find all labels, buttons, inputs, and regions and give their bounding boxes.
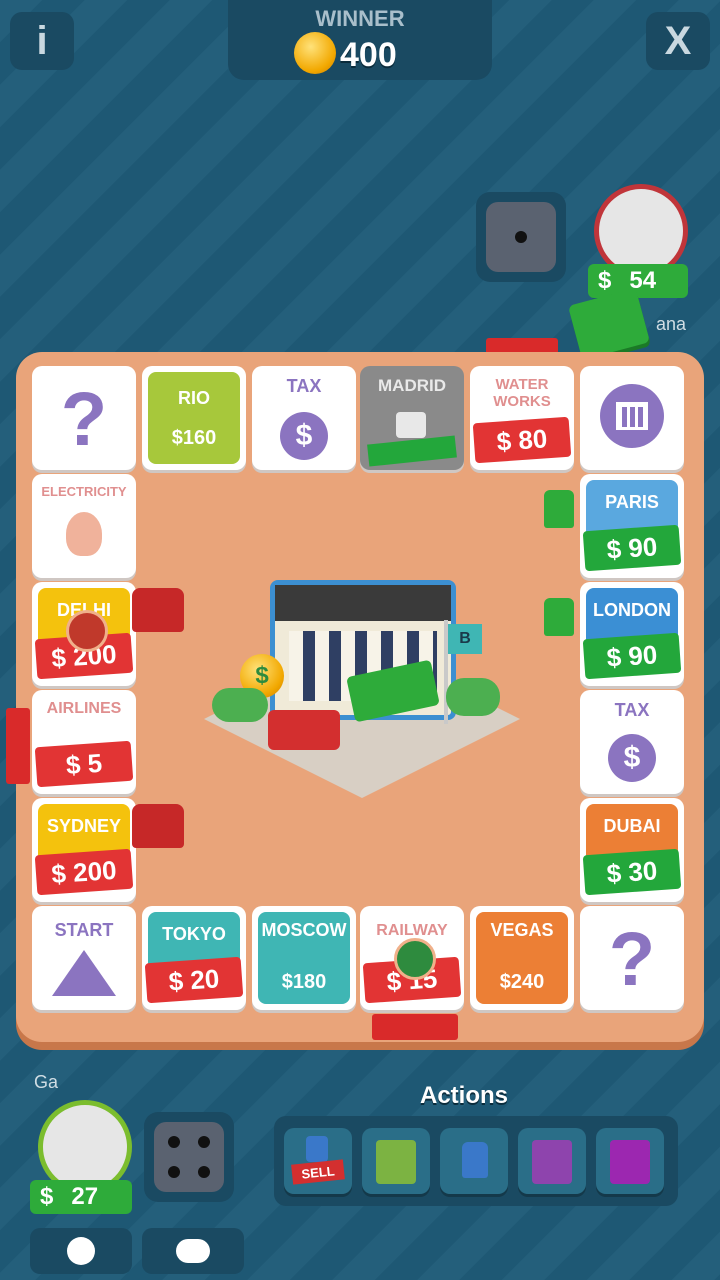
chat-bubble-icon [176, 1239, 210, 1263]
unmortgage-button[interactable] [518, 1128, 586, 1194]
winner-label: WINNER [315, 6, 405, 31]
bush-icon [212, 688, 268, 722]
tile-rio[interactable]: RIO $160 [142, 366, 246, 470]
winner-amount: 400 [340, 36, 397, 74]
padlock-icon [396, 412, 426, 438]
sell-label: SELL [291, 1159, 345, 1185]
tile-tax-right[interactable]: TAX $ [580, 690, 684, 794]
coin-icon [294, 32, 336, 74]
dollar-icon: $ [280, 412, 328, 460]
hotel-icon [132, 588, 184, 632]
tile-paris[interactable]: PARIS $ 90 [580, 474, 684, 578]
stars-ribbon-icon [372, 1014, 458, 1040]
tile-jail[interactable] [580, 366, 684, 470]
start-arrow-icon [52, 950, 116, 996]
house-icon [544, 598, 574, 636]
dollar-icon: $ [598, 267, 612, 294]
question-mark-icon: ? [608, 917, 656, 1002]
tile-moscow[interactable]: MOSCOW $180 [252, 906, 356, 1010]
tile-tokyo[interactable]: TOKYO $ 20 [142, 906, 246, 1010]
cash-stack-icon [567, 287, 651, 361]
house-icon [544, 490, 574, 528]
truck-icon [268, 710, 340, 750]
player-token-icon [66, 610, 108, 652]
tile-london[interactable]: LONDON $ 90 [580, 582, 684, 686]
opponent-dice [476, 192, 566, 282]
tile-delhi[interactable]: DELHI $ 200 [32, 582, 136, 686]
dollar-icon: $ [40, 1183, 54, 1210]
chain-icon [367, 435, 457, 467]
tile-madrid-locked[interactable]: MADRID [360, 366, 464, 470]
tile-dubai[interactable]: DUBAI $ 30 [580, 798, 684, 902]
chat-button[interactable] [142, 1228, 244, 1274]
tile-water-works[interactable]: WATER WORKS $ 80 [470, 366, 574, 470]
unmortgage-card-icon [532, 1140, 572, 1184]
emoji-button[interactable] [30, 1228, 132, 1274]
jail-icon [600, 384, 664, 448]
info-button[interactable]: i [10, 12, 74, 70]
tile-vegas[interactable]: VEGAS $240 [470, 906, 574, 1010]
die-face-four-icon [154, 1122, 224, 1192]
player-money-value: 27 [71, 1183, 99, 1210]
sell-house-button[interactable]: SELL [284, 1128, 352, 1194]
stars-ribbon-icon [6, 708, 30, 784]
winner-panel: WINNER 400 [228, 0, 492, 80]
opponent-money: $ 54 [588, 264, 688, 298]
player-name: Ga [34, 1072, 59, 1092]
mortgage-card-icon [376, 1140, 416, 1184]
tile-chance-bottom[interactable]: ? [580, 906, 684, 1010]
player-money: $ 27 [30, 1180, 132, 1214]
hotel-icon [132, 804, 184, 848]
tile-tax-top[interactable]: TAX $ [252, 366, 356, 470]
trade-button[interactable] [596, 1128, 664, 1194]
build-house-button[interactable] [440, 1128, 508, 1194]
player-dice-button[interactable] [144, 1112, 234, 1202]
bank-flag: B [448, 624, 482, 654]
tile-start[interactable]: START [32, 906, 136, 1010]
bush-icon [446, 678, 500, 716]
trade-card-icon [610, 1140, 650, 1184]
tile-railway[interactable]: RAILWAY $ 15 [360, 906, 464, 1010]
house-icon [306, 1136, 328, 1162]
smiley-icon [67, 1237, 95, 1265]
question-mark-icon: ? [60, 377, 108, 462]
dollar-icon: $ [608, 734, 656, 782]
mortgage-button[interactable] [362, 1128, 430, 1194]
actions-title: Actions [420, 1082, 509, 1109]
tile-airlines[interactable]: AIRLINES $ 5 [32, 690, 136, 794]
opponent-name: ana [656, 314, 687, 334]
build-house-icon [462, 1142, 488, 1178]
tile-chance-top[interactable]: ? [32, 366, 136, 470]
opponent-token-icon [394, 938, 436, 980]
tile-electricity[interactable]: ELECTRICITY [32, 474, 136, 578]
close-button[interactable]: X [646, 12, 710, 70]
tile-sydney[interactable]: SYDNEY $ 200 [32, 798, 136, 902]
die-face-one-icon [486, 202, 556, 272]
lightbulb-icon [66, 512, 102, 556]
